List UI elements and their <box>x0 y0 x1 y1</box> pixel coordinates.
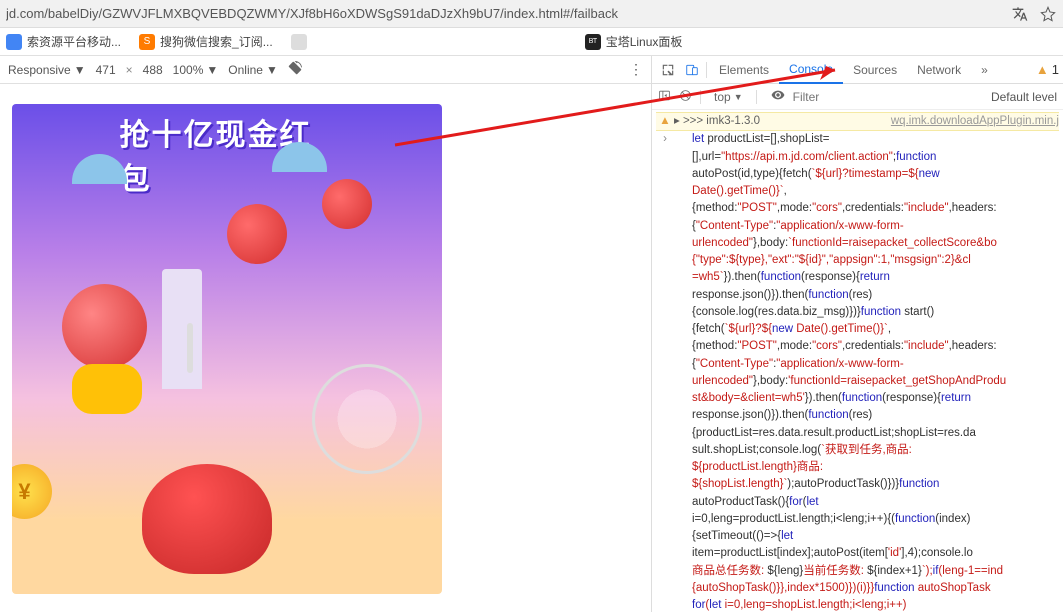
clear-console-icon[interactable] <box>679 89 692 105</box>
bookmark-label: 搜狗微信搜索_订阅... <box>160 33 273 50</box>
console-code: let productList=[],shopList= [],url="htt… <box>674 131 1006 612</box>
dimension-x: × <box>126 63 133 77</box>
bookmark-favicon: BT <box>585 34 601 50</box>
bookmark-item[interactable]: 索资源平台移动... <box>6 33 121 50</box>
device-emulation-panel: Responsive ▼ 471 × 488 100% ▼ Online ▼ ⋮… <box>0 56 652 612</box>
tab-console[interactable]: Console <box>779 56 843 84</box>
chevron-right-icon: › <box>656 131 674 148</box>
character-graphic <box>322 179 372 229</box>
resize-handle[interactable] <box>187 323 193 373</box>
bookmark-item[interactable]: S 搜狗微信搜索_订阅... <box>139 33 273 50</box>
zoom-selector[interactable]: 100% ▼ <box>173 63 219 77</box>
url-text[interactable]: jd.com/babelDiy/GZWVJFLMXBQVEBDQZWMY/XJf… <box>6 6 1001 21</box>
console-warning-row[interactable]: ▲ ▸ >>> imk3-1.3.0 wq.imk.downloadAppPlu… <box>656 112 1059 131</box>
device-toggle-icon[interactable] <box>680 63 704 77</box>
log-source-link[interactable]: wq.imk.downloadAppPlugin.min.j <box>891 113 1059 130</box>
character-graphic <box>72 364 142 414</box>
inspect-icon[interactable] <box>656 63 680 77</box>
rotate-icon[interactable] <box>288 61 302 78</box>
device-toolbar: Responsive ▼ 471 × 488 100% ▼ Online ▼ ⋮ <box>0 56 651 84</box>
tab-overflow-icon[interactable]: » <box>971 56 998 84</box>
bookmark-item[interactable]: BT 宝塔Linux面板 <box>585 33 683 50</box>
console-input-row[interactable]: › let productList=[],shopList= [],url="h… <box>656 131 1059 612</box>
devtools-panel: Elements Console Sources Network » ▲ 1 t… <box>652 56 1063 612</box>
warning-icon: ▲ <box>656 113 674 130</box>
bookmark-favicon <box>291 34 307 50</box>
divider <box>700 90 701 104</box>
tab-network[interactable]: Network <box>907 56 971 84</box>
filter-input[interactable] <box>793 90 843 104</box>
bookmark-label: 宝塔Linux面板 <box>606 33 683 50</box>
console-sidebar-toggle-icon[interactable] <box>658 89 671 105</box>
address-bar: jd.com/babelDiy/GZWVJFLMXBQVEBDQZWMY/XJf… <box>0 0 1063 28</box>
bookmark-item[interactable] <box>291 34 307 50</box>
log-level-selector[interactable]: Default level <box>991 90 1057 104</box>
bookmark-label: 索资源平台移动... <box>27 33 121 50</box>
translate-icon[interactable] <box>1011 5 1029 23</box>
log-message: ▸ >>> imk3-1.3.0 <box>674 113 883 130</box>
ferris-wheel-graphic <box>312 364 422 474</box>
warning-icon: ▲ <box>1036 62 1049 77</box>
tab-elements[interactable]: Elements <box>709 56 779 84</box>
context-selector[interactable]: top ▼ <box>709 88 748 106</box>
divider <box>756 90 757 104</box>
character-graphic <box>227 204 287 264</box>
console-output[interactable]: ▲ ▸ >>> imk3-1.3.0 wq.imk.downloadAppPlu… <box>652 110 1063 612</box>
device-viewport: 抢十亿现金红包 <box>0 84 651 612</box>
devtools-tabs: Elements Console Sources Network » ▲ 1 <box>652 56 1063 84</box>
emulated-page[interactable]: 抢十亿现金红包 <box>12 104 442 594</box>
character-graphic <box>142 464 272 574</box>
warning-counter[interactable]: ▲ 1 <box>1036 62 1059 77</box>
console-toolbar: top ▼ Default level <box>652 84 1063 110</box>
throttle-selector[interactable]: Online ▼ <box>228 63 278 77</box>
live-expression-icon[interactable] <box>771 88 785 105</box>
device-selector[interactable]: Responsive ▼ <box>8 63 86 77</box>
coin-graphic <box>12 464 52 519</box>
tower-graphic <box>162 269 202 389</box>
tab-sources[interactable]: Sources <box>843 56 907 84</box>
height-input[interactable]: 488 <box>143 63 163 77</box>
divider <box>706 62 707 78</box>
width-input[interactable]: 471 <box>96 63 116 77</box>
kebab-menu-icon[interactable]: ⋮ <box>629 61 643 78</box>
bookmarks-bar: 索资源平台移动... S 搜狗微信搜索_订阅... BT 宝塔Linux面板 <box>0 28 1063 56</box>
bookmark-favicon <box>6 34 22 50</box>
bookmark-favicon: S <box>139 34 155 50</box>
character-graphic <box>62 284 147 369</box>
star-icon[interactable] <box>1039 5 1057 23</box>
